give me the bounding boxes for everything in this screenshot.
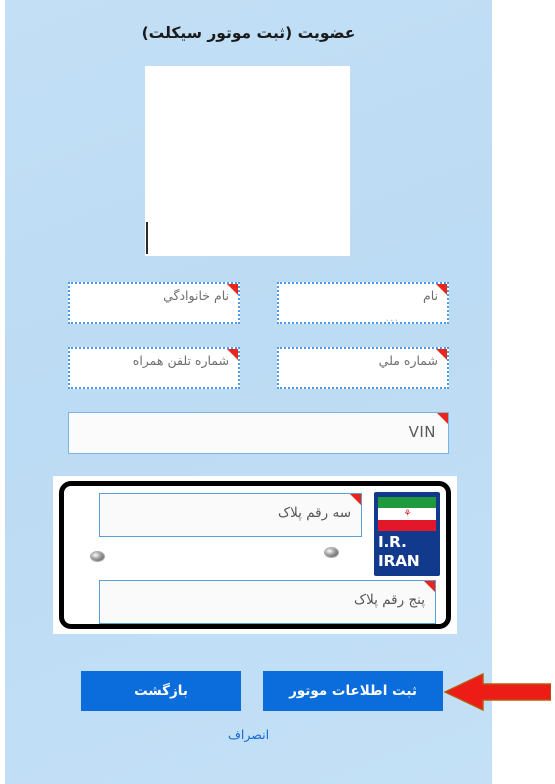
required-marker-icon (424, 581, 435, 592)
mobile-number-placeholder: شماره تلفن همراه (132, 353, 229, 368)
license-plate-frame: ⚘ I.R. IRAN سه رقم پلاک پنج رقم پلاک (59, 481, 451, 629)
required-marker-icon (436, 349, 447, 360)
mobile-number-field[interactable]: شماره تلفن همراه (68, 347, 240, 389)
country-code-line2: IRAN (378, 552, 420, 570)
page-title: عضویت (ثبت موتور سیکلت) (141, 24, 356, 42)
first-name-subtext: ... (385, 311, 399, 324)
plate-five-digit-field[interactable]: پنج رقم پلاک (99, 580, 436, 624)
national-id-placeholder: شماره ملي (378, 353, 438, 368)
required-marker-icon (350, 494, 361, 505)
iran-flag-panel: ⚘ I.R. IRAN (374, 492, 440, 576)
last-name-field[interactable]: نام خانوادگي (68, 282, 240, 324)
required-marker-icon (227, 284, 238, 295)
image-preview-box[interactable] (145, 66, 350, 256)
iran-flag-icon: ⚘ (378, 497, 436, 531)
plate-three-digit-placeholder: سه رقم پلاک (278, 505, 351, 521)
submit-motorcycle-info-button[interactable]: ثبت اطلاعات موتور (263, 671, 443, 711)
plate-three-digit-field[interactable]: سه رقم پلاک (99, 493, 362, 537)
back-button[interactable]: بازگشت (81, 671, 241, 711)
plate-five-digit-placeholder: پنج رقم پلاک (354, 592, 425, 608)
cancel-link[interactable]: انصراف (5, 727, 492, 742)
vin-field[interactable]: VIN (68, 412, 449, 454)
license-plate-section: ⚘ I.R. IRAN سه رقم پلاک پنج رقم پلاک (53, 476, 457, 634)
first-name-field[interactable]: نام ... (277, 282, 449, 324)
plate-rivet-icon (325, 548, 338, 557)
required-marker-icon (436, 284, 447, 295)
required-marker-icon (437, 413, 448, 424)
country-code-line1: I.R. (378, 533, 407, 551)
vin-placeholder: VIN (408, 423, 436, 441)
text-caret (146, 222, 148, 254)
plate-rivet-icon (91, 552, 104, 561)
iran-emblem-icon: ⚘ (403, 509, 411, 519)
national-id-field[interactable]: شماره ملي (277, 347, 449, 389)
required-marker-icon (227, 349, 238, 360)
last-name-placeholder: نام خانوادگي (163, 288, 229, 303)
registration-page: عضویت (ثبت موتور سیکلت) نام ... نام خانو… (5, 0, 492, 784)
